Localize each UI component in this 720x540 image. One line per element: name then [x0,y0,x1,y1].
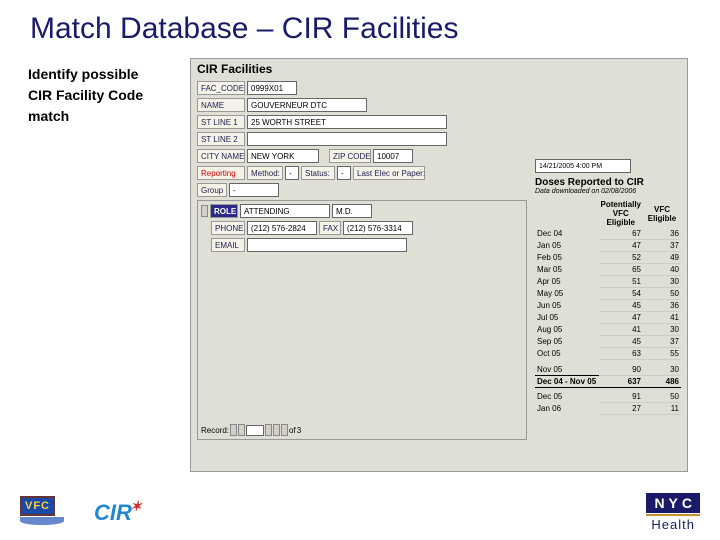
table-row: Jan 054737 [535,240,681,252]
group-label: Group [197,183,227,197]
fac-code-field[interactable]: 0999X01 [247,81,297,95]
sidebar-line-2: CIR Facility Code [28,85,143,106]
table-row: Dec 04 - Nov 05637486 [535,375,681,387]
doses-subtitle: Data downloaded on 02/08/2006 [535,188,681,195]
table-row: Aug 054130 [535,324,681,336]
nav-next-icon[interactable] [265,424,272,436]
fax-label: FAX [319,221,341,235]
record-navigator: Record: of 3 [201,424,301,436]
table-row: Feb 055249 [535,252,681,264]
nyc-health-logo: NYC Health [646,493,700,532]
doses-panel: 14/21/2005 4:00 PM Doses Reported to CIR… [531,79,681,442]
phone-field[interactable]: (212) 576-2824 [247,221,317,235]
phone-label: PHONE [211,221,245,235]
st2-label: ST LINE 2 [197,132,245,146]
record-number-field[interactable] [246,425,264,436]
zip-label: ZIP CODE [329,149,371,163]
st2-field[interactable] [247,132,447,146]
nav-new-icon[interactable] [281,424,288,436]
st1-field[interactable]: 25 WORTH STREET [247,115,447,129]
status-field[interactable]: - [337,166,351,180]
method-field[interactable]: - [285,166,299,180]
fac-code-label: FAC_CODE [197,81,245,95]
record-total: 3 [297,426,301,435]
doses-header-potential: Potentially VFC Eligible [599,199,643,228]
form-left-column: FAC_CODE 0999X01 NAME GOUVERNEUR DTC ST … [191,79,531,442]
table-row: Jun 054536 [535,300,681,312]
nav-arrow-icon[interactable] [201,205,208,217]
method-label: Method: [247,166,283,180]
doses-title: Doses Reported to CIR [535,177,681,188]
last-elec-label: Last Elec or Paper: [353,166,425,180]
last-elec-value[interactable]: 14/21/2005 4:00 PM [535,159,631,173]
form-title: CIR Facilities [191,59,687,79]
sidebar-help-text: Identify possible CIR Facility Code matc… [28,64,143,127]
table-row: Apr 055130 [535,276,681,288]
slide-footer: VFC CIR✶ NYC Health [0,493,720,532]
role-label: ROLE [210,204,238,218]
table-row: Jan 062711 [535,403,681,415]
group-field[interactable]: - [229,183,279,197]
nav-prev-icon[interactable] [238,424,245,436]
sidebar-line-3: match [28,106,143,127]
sidebar-line-1: Identify possible [28,64,143,85]
slide-title: Match Database – CIR Facilities [0,0,720,54]
asterisk-icon: ✶ [130,498,142,515]
record-label: Record: [201,426,229,435]
table-row: Sep 054537 [535,336,681,348]
fax-field[interactable]: (212) 576-3314 [343,221,413,235]
nav-first-icon[interactable] [230,424,237,436]
city-field[interactable]: NEW YORK [247,149,319,163]
table-row: Mar 056540 [535,264,681,276]
contact-subform: ROLE ATTENDING M.D. PHONE (212) 576-2824… [197,200,527,440]
name-label: NAME [197,98,245,112]
zip-field[interactable]: 10007 [373,149,413,163]
st1-label: ST LINE 1 [197,115,245,129]
record-of-label: of [289,426,296,435]
vfc-logo: VFC [20,496,76,530]
email-label: EMAIL [211,238,245,252]
table-row: Jul 054741 [535,312,681,324]
role-field[interactable]: ATTENDING [240,204,330,218]
table-row: May 055450 [535,288,681,300]
table-row: Oct 056355 [535,348,681,360]
email-field[interactable] [247,238,407,252]
city-label: CITY NAME [197,149,245,163]
status-label: Status: [301,166,335,180]
table-row: Nov 059030 [535,364,681,376]
md-field[interactable]: M.D. [332,204,372,218]
nav-last-icon[interactable] [273,424,280,436]
doses-table: Potentially VFC Eligible VFC Eligible De… [535,199,681,415]
reporting-label: Reporting [197,166,245,180]
table-row: Dec 046736 [535,228,681,240]
cir-logo: CIR✶ [94,500,132,526]
doses-header-eligible: VFC Eligible [643,199,681,228]
table-row: Dec 059150 [535,391,681,403]
cir-facilities-form: CIR Facilities FAC_CODE 0999X01 NAME GOU… [190,58,688,472]
name-field[interactable]: GOUVERNEUR DTC [247,98,367,112]
